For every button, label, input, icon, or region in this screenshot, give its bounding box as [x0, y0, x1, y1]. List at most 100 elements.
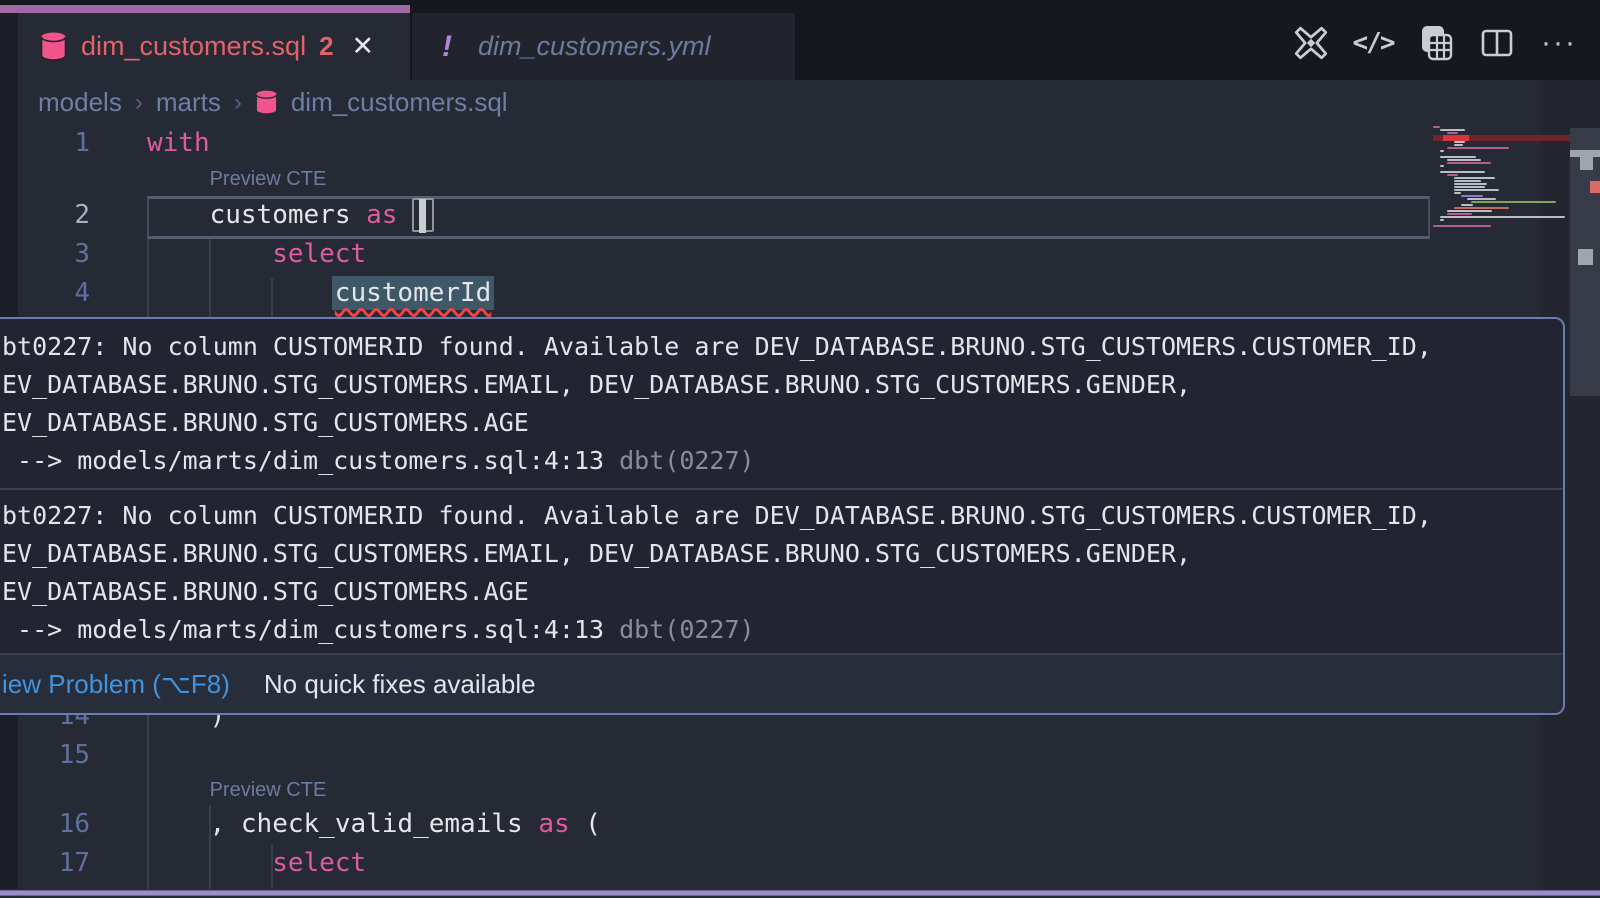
- code-segment: [397, 200, 413, 230]
- chevron-right-icon: ›: [234, 89, 242, 117]
- overview-ruler[interactable]: [1570, 128, 1600, 396]
- minimap-line: [1440, 165, 1444, 167]
- database-icon: [255, 90, 278, 115]
- minimap-line: [1440, 219, 1444, 221]
- breadcrumb-marts[interactable]: marts: [156, 87, 221, 118]
- code-editor-top[interactable]: 1withPreview CTE2customers as (3select4c…: [0, 124, 1433, 313]
- error-message-line: EV_DATABASE.BRUNO.STG_CUSTOMERS.AGE: [2, 404, 1563, 442]
- code-text: select: [272, 235, 366, 274]
- minimap-line: [1447, 162, 1491, 164]
- minimap-line: [1454, 207, 1509, 209]
- ruler-decoration: [1570, 150, 1600, 157]
- code-line[interactable]: 17select: [0, 844, 1433, 883]
- no-quick-fixes-text: No quick fixes available: [264, 669, 536, 700]
- view-problem-link[interactable]: iew Problem (⌥F8): [2, 669, 230, 700]
- code-segment: select: [272, 239, 366, 269]
- error-message-line: EV_DATABASE.BRUNO.STG_CUSTOMERS.AGE: [2, 573, 1563, 611]
- minimap-line: [1454, 180, 1481, 182]
- code-segment: as: [366, 200, 397, 230]
- ruler-decoration: [1578, 249, 1593, 265]
- popup-status-bar: iew Problem (⌥F8) No quick fixes availabl…: [0, 653, 1563, 713]
- database-icon: [40, 32, 67, 61]
- compiled-code-icon[interactable]: </>: [1352, 22, 1394, 64]
- error-message-line: EV_DATABASE.BRUNO.STG_CUSTOMERS.EMAIL, D…: [2, 535, 1563, 573]
- code-text: customers as (: [210, 196, 433, 235]
- code-line[interactable]: 3select: [0, 235, 1433, 274]
- minimap-line: [1471, 201, 1556, 203]
- tab-dim-customers-yml[interactable]: ! dim_customers.yml: [412, 13, 795, 80]
- dbt-power-user-icon[interactable]: [1290, 22, 1332, 64]
- minimap-line: [1447, 159, 1481, 161]
- code-line[interactable]: 15: [0, 736, 1433, 775]
- error-message-line: bt0227: No column CUSTOMERID found. Avai…: [2, 497, 1563, 535]
- minimap-line: [1447, 174, 1458, 176]
- preview-cte-lens[interactable]: Preview CTE: [210, 775, 327, 805]
- minimap-line: [1461, 195, 1483, 197]
- error-hover-popup: bt0227: No column CUSTOMERID found. Avai…: [0, 317, 1565, 715]
- minimap-line: [1454, 189, 1499, 191]
- code-line[interactable]: 2customers as (: [0, 196, 1433, 235]
- error-code: dbt(0227): [619, 446, 754, 475]
- editor-actions: </> ···: [1290, 18, 1580, 68]
- error-token: customerId: [332, 276, 495, 310]
- code-lens-row[interactable]: Preview CTE: [0, 163, 1433, 196]
- minimap-line: [1461, 204, 1473, 206]
- minimap-line: [1433, 126, 1440, 128]
- tab-problem-count: 2: [319, 31, 333, 62]
- error-message-block: bt0227: No column CUSTOMERID found. Avai…: [0, 319, 1563, 488]
- minimap-line: [1467, 198, 1496, 200]
- error-message-line: EV_DATABASE.BRUNO.STG_CUSTOMERS.EMAIL, D…: [2, 366, 1563, 404]
- tab-bar: dim_customers.sql 2 ✕ ! dim_customers.ym…: [0, 0, 1600, 80]
- code-segment: , check_valid_emails: [210, 809, 539, 839]
- minimap-line: [1433, 225, 1491, 227]
- error-location-line: --> models/marts/dim_customers.sql:4:13 …: [2, 611, 1563, 649]
- panel-divider-accent: [0, 890, 1600, 896]
- error-message-line: bt0227: No column CUSTOMERID found. Avai…: [2, 328, 1563, 366]
- breadcrumb-models[interactable]: models: [38, 87, 122, 118]
- breadcrumb: models › marts › dim_customers.sql: [38, 80, 508, 125]
- minimap-line: [1454, 144, 1463, 146]
- minimap-line: [1454, 186, 1485, 188]
- code-text: with: [147, 124, 210, 163]
- more-actions-icon[interactable]: ···: [1538, 22, 1580, 64]
- tab-dim-customers-sql[interactable]: dim_customers.sql 2 ✕: [18, 13, 410, 80]
- error-location: --> models/marts/dim_customers.sql:4:13: [2, 446, 619, 475]
- ruler-decoration: [1580, 157, 1593, 170]
- code-segment: as: [538, 809, 569, 839]
- error-code: dbt(0227): [619, 615, 754, 644]
- code-segment: (: [570, 809, 601, 839]
- code-line[interactable]: 1with: [0, 124, 1433, 163]
- code-text: , check_valid_emails as (: [210, 805, 601, 844]
- minimap-line: [1454, 141, 1465, 143]
- error-message-block: bt0227: No column CUSTOMERID found. Avai…: [0, 490, 1563, 653]
- breadcrumb-file[interactable]: dim_customers.sql: [291, 87, 508, 118]
- code-lens-row[interactable]: Preview CTE: [0, 775, 1433, 805]
- minimap-line: [1447, 132, 1458, 134]
- close-icon[interactable]: ✕: [352, 31, 375, 62]
- code-editor-bottom[interactable]: 14)15Preview CTE16, check_valid_emails a…: [0, 697, 1433, 883]
- code-line[interactable]: 4customerId: [0, 274, 1433, 313]
- minimap-line: [1454, 183, 1487, 185]
- minimap-line: [1440, 216, 1565, 218]
- minimap-error-word: [1443, 135, 1469, 141]
- ruler-decoration: [1590, 181, 1600, 193]
- minimap-line: [1440, 156, 1476, 158]
- error-location: --> models/marts/dim_customers.sql:4:13: [2, 615, 619, 644]
- editor-window: dim_customers.sql 2 ✕ ! dim_customers.ym…: [0, 0, 1600, 898]
- tab-label: dim_customers.sql: [81, 31, 306, 62]
- code-segment: select: [272, 848, 366, 878]
- preview-cte-lens[interactable]: Preview CTE: [210, 163, 327, 196]
- minimap-line: [1447, 213, 1472, 215]
- minimap-line: [1454, 192, 1461, 194]
- code-line[interactable]: 16, check_valid_emails as (: [0, 805, 1433, 844]
- chevron-right-icon: ›: [135, 89, 143, 117]
- minimap-line: [1440, 129, 1465, 131]
- code-segment: customers: [210, 200, 367, 230]
- code-text: customerId: [335, 274, 492, 313]
- text-cursor: [419, 199, 426, 233]
- tab-label: dim_customers.yml: [478, 31, 711, 62]
- code-segment: with: [147, 128, 210, 158]
- minimap-line: [1454, 177, 1495, 179]
- split-editor-icon[interactable]: [1476, 22, 1518, 64]
- query-results-icon[interactable]: [1414, 22, 1456, 64]
